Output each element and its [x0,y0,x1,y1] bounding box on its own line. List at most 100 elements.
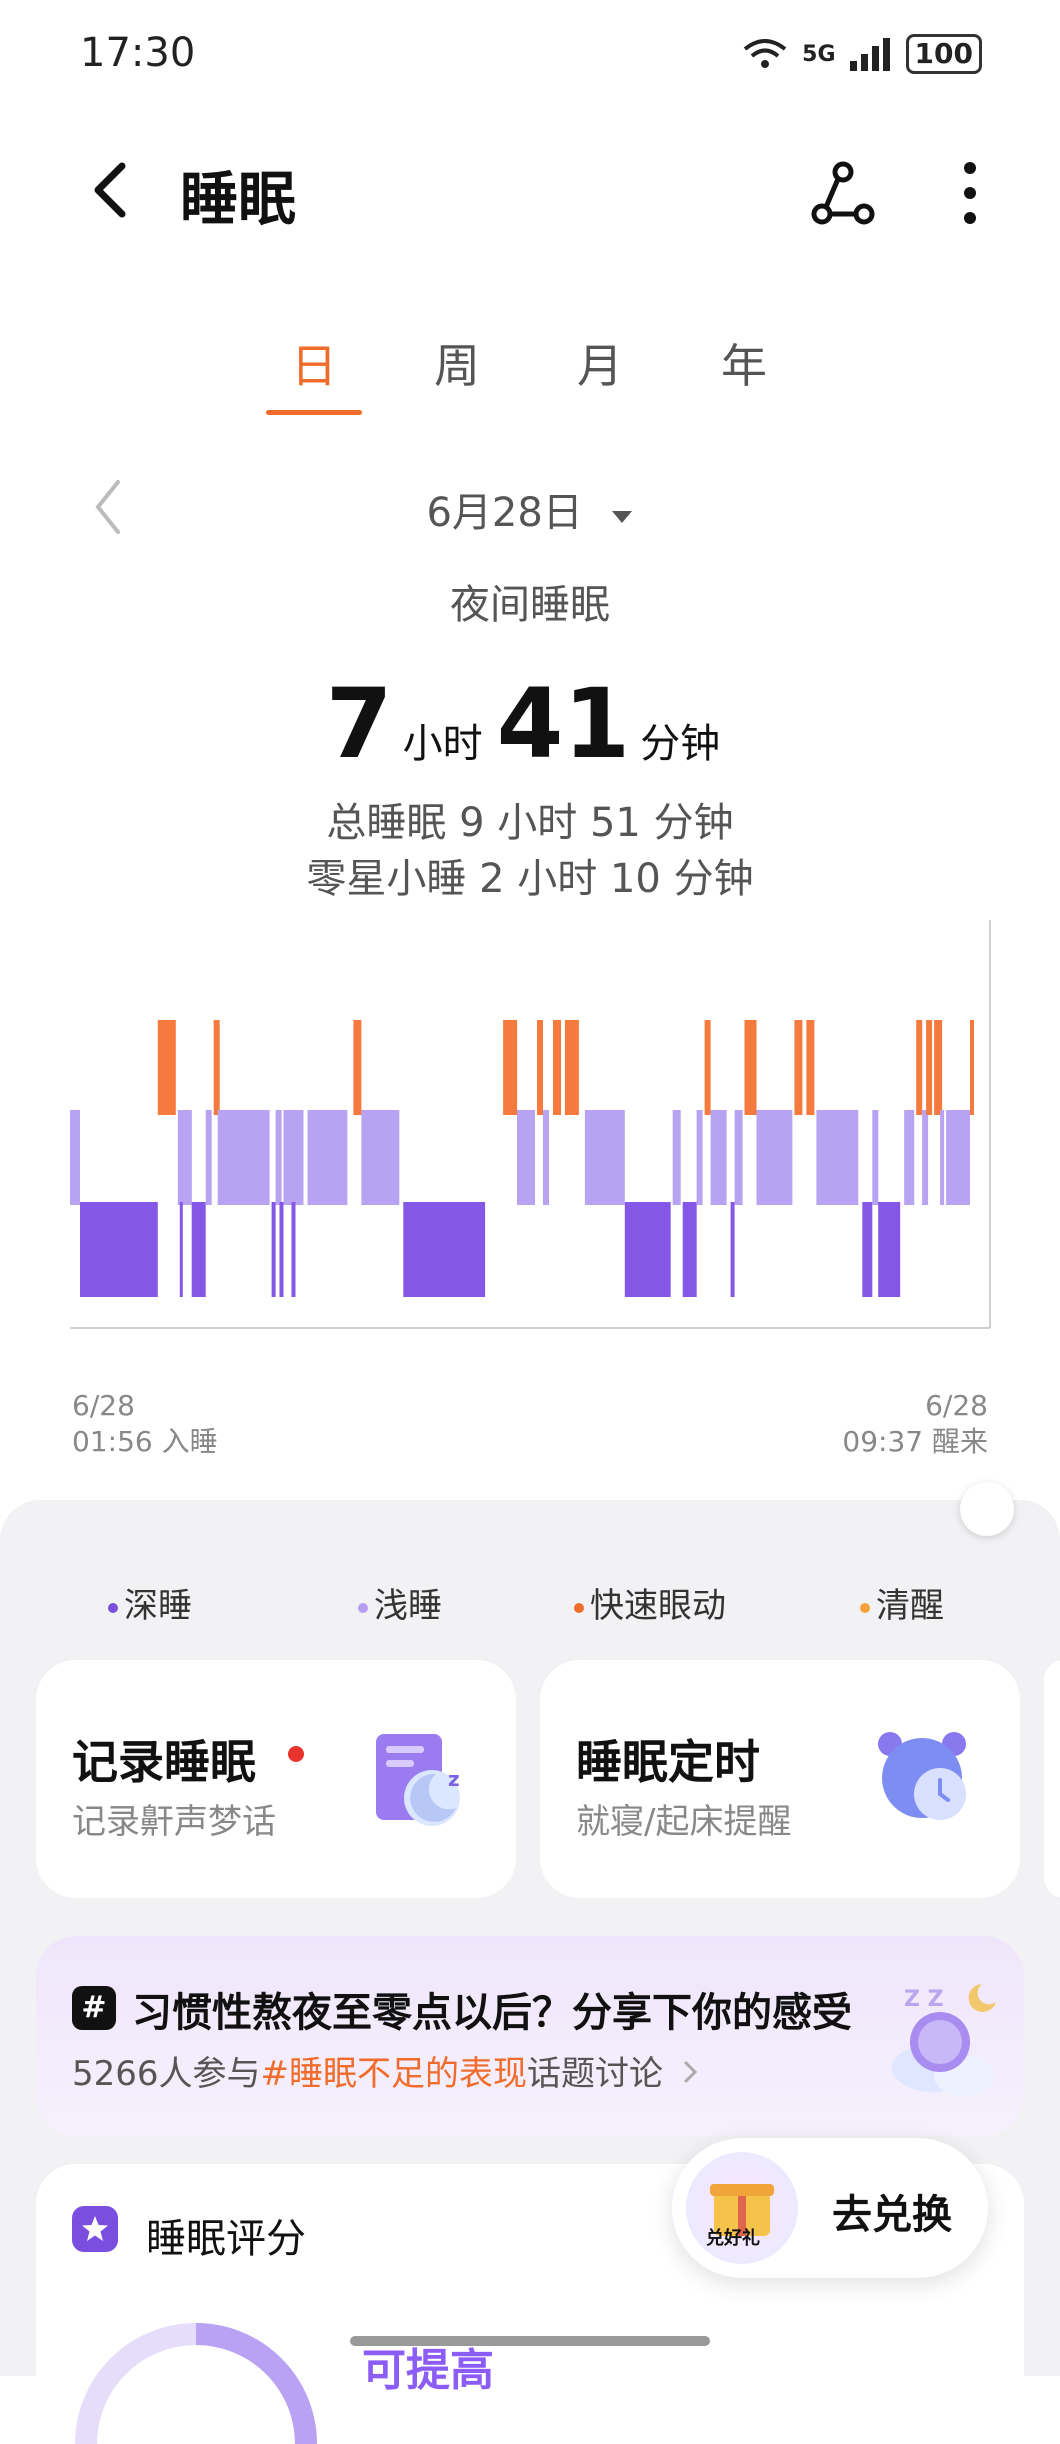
stage-segment [279,1202,284,1297]
topic-tag[interactable]: #睡眠不足的表现 [261,2054,528,2094]
stage-segment [710,1110,727,1205]
stage-segment [756,1110,793,1205]
legend-light: 浅睡 [358,1578,442,1627]
page-title: 睡眠 [180,165,297,233]
dropdown-triangle-icon [611,511,632,523]
date-selector[interactable]: 6月28日 [0,480,1060,538]
sleep-type-label: 夜间睡眠 [450,582,610,628]
stage-segment [940,1110,945,1205]
minutes-unit: 分钟 [640,721,721,767]
notification-dot [288,1746,304,1762]
stage-segment [682,1202,697,1297]
network-type: 5G [802,41,836,67]
stage-segment [564,1020,579,1115]
legend-rem: 快速眼动 [574,1578,726,1627]
tab-week[interactable]: 周 [407,330,507,396]
record-sleep-card[interactable]: 记录睡眠 记录鼾声梦话 z [36,1660,516,1898]
stage-segment [934,1020,943,1115]
more-options-icon[interactable] [950,158,990,228]
stage-segment [734,1110,743,1205]
stage-segment [696,1110,703,1205]
stage-segment [543,1110,549,1205]
stage-segment [878,1202,901,1297]
stage-segment [816,1110,859,1205]
sleep-end-time: 09:37 [842,1425,924,1458]
redeem-button[interactable]: 兑好礼 去兑换 [672,2138,988,2278]
score-title: 睡眠评分 [146,2216,306,2262]
chevron-right-icon [683,2060,697,2084]
stage-segment [70,1110,80,1205]
tab-month[interactable]: 月 [550,330,650,396]
hours-value: 7 [325,668,393,780]
hours-unit: 小时 [402,721,483,767]
stage-segment [926,1020,933,1115]
topic-participants: 5266人参与 [72,2054,261,2094]
stage-segment [553,1020,561,1115]
stage-segment [537,1020,543,1115]
sleep-start-label: 入睡 [161,1425,218,1458]
sleep-record-icon: z [376,1734,460,1826]
stage-segment [704,1020,711,1115]
redeem-label: 去兑换 [832,2192,952,2238]
tab-year[interactable]: 年 [694,330,794,396]
stage-segment [730,1202,735,1297]
stage-segment [275,1110,282,1205]
stage-segment [584,1110,625,1205]
topic-banner[interactable]: # 习惯性熬夜至零点以后？分享下你的感受 5266人参与#睡眠不足的表现话题讨论… [36,1936,1024,2136]
stage-segment [503,1020,518,1115]
status-icons: 5G 100 [740,34,982,74]
stage-segment [205,1110,212,1205]
stage-segment [862,1202,873,1297]
back-arrow-icon[interactable] [78,150,138,230]
legend-deep: 深睡 [108,1578,192,1627]
sleep-start-time: 01:56 [72,1425,153,1458]
card-title: 记录睡眠 [72,1735,256,1789]
sleep-start-date: 6/28 [72,1389,135,1422]
card-title: 睡眠定时 [576,1735,760,1789]
stage-segment [177,1110,192,1205]
sleep-stage-chart[interactable] [60,920,1000,1350]
date-label: 6月28日 [426,490,583,536]
stage-segment [179,1202,183,1297]
card-subtitle: 就寝/起床提醒 [576,1802,792,1842]
sleep-end: 6/28 09:37 醒来 [842,1388,988,1460]
stage-segment [361,1110,400,1205]
total-sleep: 总睡眠 9 小时 51 分钟 [326,800,734,846]
svg-text:Z Z: Z Z [904,1987,944,2012]
next-card-edge[interactable] [1044,1660,1060,1898]
stage-segment [672,1110,681,1205]
chart-scrubber-handle[interactable] [960,1482,1014,1536]
star-icon [82,2216,108,2241]
legend-label: 清醒 [876,1586,944,1626]
sleep-end-date: 6/28 [925,1389,988,1422]
stage-segment [517,1110,535,1205]
period-tabs: 日 周 月 年 [0,330,1060,415]
share-icon[interactable] [808,158,878,228]
legend-dot [574,1602,584,1613]
stage-segment [916,1020,923,1115]
legend-dot [860,1602,870,1613]
stage-segment [794,1020,803,1115]
stage-segment [213,1020,220,1115]
wifi-icon [743,39,787,68]
stage-segment [922,1110,929,1205]
sleep-timer-card[interactable]: 睡眠定时 就寝/起床提醒 [540,1660,1020,1898]
sleep-end-label: 醒来 [931,1425,988,1458]
stage-segment [291,1202,296,1297]
stage-segment [353,1020,362,1115]
gift-text: 兑好礼 [706,2228,760,2249]
stage-segment [970,1020,974,1115]
svg-text:z: z [448,1767,460,1791]
legend-dot [108,1602,118,1613]
topic-suffix: 话题讨论 [527,2054,664,2094]
stage-segment [157,1020,176,1115]
battery-icon: 100 [905,34,982,74]
legend-awake: 清醒 [860,1578,944,1627]
tab-day[interactable]: 日 [264,330,364,396]
legend-label: 快速眼动 [590,1586,726,1626]
active-tab-indicator [266,410,362,415]
stage-segment [283,1110,304,1205]
topic-title: 习惯性熬夜至零点以后？分享下你的感受 [132,1990,852,2036]
sleep-start: 6/28 01:56 入睡 [72,1388,218,1460]
stage-segment [217,1110,270,1205]
